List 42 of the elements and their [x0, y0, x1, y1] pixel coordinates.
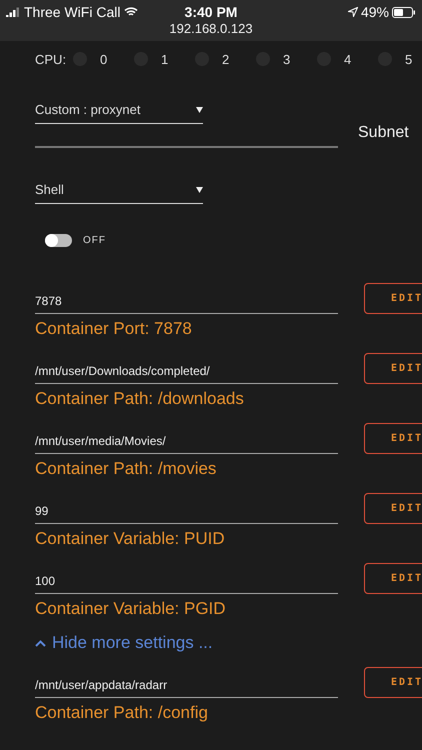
cpu-core-number: 1: [161, 52, 168, 66]
setting-label: Container Path: /downloads: [35, 389, 245, 409]
cpu-core-number: 4: [344, 52, 352, 66]
cpu-label: CPU:: [35, 52, 68, 66]
edit-button[interactable]: EDIT: [364, 493, 422, 524]
caret-icon: [196, 186, 203, 192]
setting-value-field[interactable]: /mnt/user/media/Movies/: [35, 430, 338, 454]
wifi-icon: [124, 7, 138, 17]
setting-label: Container Path: /movies: [35, 459, 218, 479]
battery-percent: 49%: [360, 4, 389, 20]
setting-label: Container Variable: PUID: [35, 529, 226, 549]
location-arrow-icon: [348, 7, 358, 17]
cpu-core-number: 0: [100, 52, 108, 66]
cpu-core-number: 2: [222, 52, 230, 66]
caret-icon: [196, 106, 203, 112]
page-url: 192.168.0.123: [169, 21, 253, 36]
hide-settings-link[interactable]: Hide more settings ...: [35, 633, 422, 653]
setting-value-field[interactable]: /mnt/user/appdata/radarr: [35, 674, 338, 698]
toggle-switch[interactable]: [45, 234, 72, 247]
edit-button[interactable]: EDIT: [364, 563, 422, 594]
chevron-up-icon: [35, 640, 46, 646]
setting-label: Container Variable: PGID: [35, 599, 227, 619]
setting-value-field[interactable]: 7878: [35, 290, 338, 314]
edit-button[interactable]: EDIT: [364, 283, 422, 314]
setting-value-field[interactable]: 99: [35, 500, 338, 524]
edit-button[interactable]: EDIT: [364, 667, 422, 698]
console-dropdown[interactable]: Shell: [35, 178, 203, 204]
toggle-state-label: OFF: [83, 235, 106, 246]
setting-value-field[interactable]: /mnt/user/Downloads/completed/: [35, 360, 338, 384]
cpu-core-number: 5: [405, 52, 412, 66]
setting-label: Container Port: 7878: [35, 319, 193, 339]
edit-button[interactable]: EDIT: [364, 353, 422, 384]
edit-button[interactable]: EDIT: [364, 423, 422, 454]
setting-label: Container Path: /config: [35, 703, 209, 723]
setting-value-field[interactable]: 100: [35, 570, 338, 594]
cpu-core-number: 3: [283, 52, 290, 66]
status-time: 3:40 PM: [184, 4, 238, 20]
carrier-name: Three WiFi Call: [24, 4, 120, 20]
battery-icon: [392, 6, 416, 18]
subnet-label: Subnet: [358, 124, 409, 142]
network-dropdown[interactable]: Custom : proxynet: [35, 98, 203, 124]
signal-icon: [6, 7, 20, 17]
